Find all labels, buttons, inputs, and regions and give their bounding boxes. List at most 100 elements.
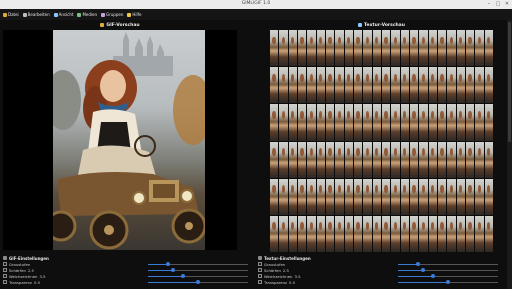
texture-tile	[307, 30, 316, 67]
gif-transparency-checkbox[interactable]	[3, 280, 7, 284]
window-title: GIMLIGIF 1.0	[241, 1, 271, 6]
close-icon[interactable]: ✕	[502, 1, 512, 8]
texture-preview-panel[interactable]	[270, 30, 493, 252]
texture-tile	[363, 178, 372, 215]
gif-preview-image	[53, 30, 205, 250]
texture-tile	[279, 104, 288, 141]
texture-tile	[419, 30, 428, 67]
gif-sharpen-slider[interactable]	[148, 268, 248, 272]
slider-thumb[interactable]	[416, 262, 420, 266]
gif-blur-slider[interactable]	[148, 274, 248, 278]
texture-tile	[344, 178, 353, 215]
texture-tile	[297, 178, 307, 215]
texture-tile	[363, 67, 372, 104]
texture-tile	[316, 30, 325, 67]
texture-tile	[409, 178, 419, 215]
scrollbar-thumb[interactable]	[508, 22, 511, 142]
slider-thumb[interactable]	[166, 262, 170, 266]
texture-tile	[288, 141, 297, 178]
texture-tile	[475, 178, 484, 215]
gif-grayscale-checkbox[interactable]	[3, 262, 7, 266]
window-scrollbar[interactable]	[507, 20, 512, 289]
texture-transparency-slider[interactable]	[398, 280, 498, 284]
texture-grayscale-checkbox[interactable]	[258, 262, 262, 266]
texture-tile	[372, 178, 381, 215]
texture-blur-checkbox[interactable]	[258, 274, 262, 278]
texture-tile	[288, 104, 297, 141]
texture-tile	[419, 215, 428, 252]
menu-groups[interactable]: Gruppen	[101, 12, 123, 17]
texture-tile	[428, 141, 437, 178]
gif-sharpen-checkbox[interactable]	[3, 268, 7, 272]
texture-tile	[409, 30, 419, 67]
texture-tile	[353, 104, 363, 141]
texture-blur-slider[interactable]	[398, 274, 498, 278]
texture-tile	[297, 104, 307, 141]
gif-preview-panel[interactable]	[3, 30, 237, 250]
slider-thumb[interactable]	[431, 274, 435, 278]
texture-tile	[409, 104, 419, 141]
texture-tile	[316, 104, 325, 141]
texture-tile	[465, 178, 475, 215]
texture-tile	[428, 215, 437, 252]
texture-tile	[279, 215, 288, 252]
texture-tile	[363, 141, 372, 178]
texture-tile	[307, 215, 316, 252]
texture-tile	[391, 30, 400, 67]
menu-file[interactable]: Datei	[3, 12, 19, 17]
texture-tile	[456, 67, 465, 104]
setting-value: 3.5	[39, 273, 46, 279]
texture-tile	[307, 104, 316, 141]
texture-tile	[484, 178, 493, 215]
texture-sharpen-checkbox[interactable]	[258, 268, 262, 272]
texture-tile	[419, 141, 428, 178]
setting-value: 0.5	[288, 279, 296, 285]
texture-tile	[288, 30, 297, 67]
texture-transparency-checkbox[interactable]	[258, 280, 262, 284]
texture-tile	[391, 215, 400, 252]
texture-tile	[409, 141, 419, 178]
menu-label: Medien	[82, 12, 97, 17]
slider-thumb[interactable]	[421, 268, 425, 272]
setting-label: Transparenz	[9, 279, 32, 285]
texture-tile	[456, 104, 465, 141]
slider-thumb[interactable]	[181, 274, 185, 278]
slider-fill	[398, 281, 448, 283]
setting-value: 2.5	[27, 267, 34, 273]
texture-grayscale-slider[interactable]	[398, 262, 498, 266]
slider-thumb[interactable]	[196, 280, 200, 284]
slider-thumb[interactable]	[171, 268, 175, 272]
texture-tile	[400, 141, 409, 178]
texture-tile	[372, 215, 381, 252]
slider-fill	[148, 263, 168, 265]
texture-tile	[316, 215, 325, 252]
texture-tile	[484, 141, 493, 178]
slider-fill	[148, 275, 183, 277]
texture-tile	[419, 67, 428, 104]
texture-tile	[428, 178, 437, 215]
menu-help[interactable]: Hilfe	[127, 12, 141, 17]
gif-grayscale-slider[interactable]	[148, 262, 248, 266]
texture-sharpen-slider[interactable]	[398, 268, 498, 272]
gif-transparency-slider[interactable]	[148, 280, 248, 284]
slider-thumb[interactable]	[446, 280, 450, 284]
menu-bar: Datei Bearbeiten Ansicht Medien Gruppen …	[0, 9, 512, 20]
menu-media[interactable]: Medien	[77, 12, 97, 17]
texture-tile	[297, 141, 307, 178]
texture-tile	[344, 104, 353, 141]
menu-view[interactable]: Ansicht	[53, 12, 73, 17]
texture-tile	[437, 215, 447, 252]
texture-tile	[270, 215, 279, 252]
texture-tile	[279, 141, 288, 178]
texture-tile	[391, 141, 400, 178]
texture-tile	[475, 141, 484, 178]
texture-tile	[335, 141, 344, 178]
menu-edit[interactable]: Bearbeiten	[22, 12, 50, 17]
gif-settings-panel: GIF-Einstellungen Graustufen Schärfen 2.…	[3, 255, 253, 289]
gif-blur-checkbox[interactable]	[3, 274, 7, 278]
texture-tile	[484, 67, 493, 104]
texture-tile	[270, 178, 279, 215]
texture-tile	[484, 215, 493, 252]
gif-preview-title: GIF-Vorschau	[3, 21, 237, 29]
texture-tile	[363, 215, 372, 252]
